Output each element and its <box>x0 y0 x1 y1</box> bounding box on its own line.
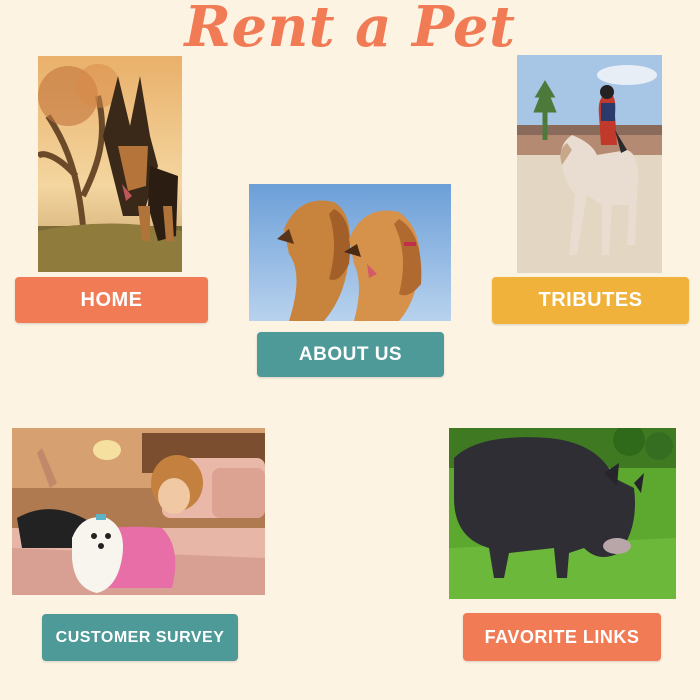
woman-with-dog-photo <box>12 428 265 595</box>
tributes-button[interactable]: TRIBUTES <box>492 277 689 324</box>
customer-survey-button[interactable]: CUSTOMER SURVEY <box>42 614 238 661</box>
child-on-horse-photo <box>517 55 662 273</box>
cocker-spaniels-photo <box>249 184 451 321</box>
site-title: Rent a Pet <box>184 0 516 60</box>
favorite-links-button[interactable]: FAVORITE LINKS <box>463 613 661 661</box>
about-us-button[interactable]: ABOUT US <box>257 332 444 377</box>
german-shepherd-photo <box>38 56 182 272</box>
pot-bellied-pig-photo <box>449 428 676 599</box>
home-button[interactable]: HOME <box>15 277 208 323</box>
